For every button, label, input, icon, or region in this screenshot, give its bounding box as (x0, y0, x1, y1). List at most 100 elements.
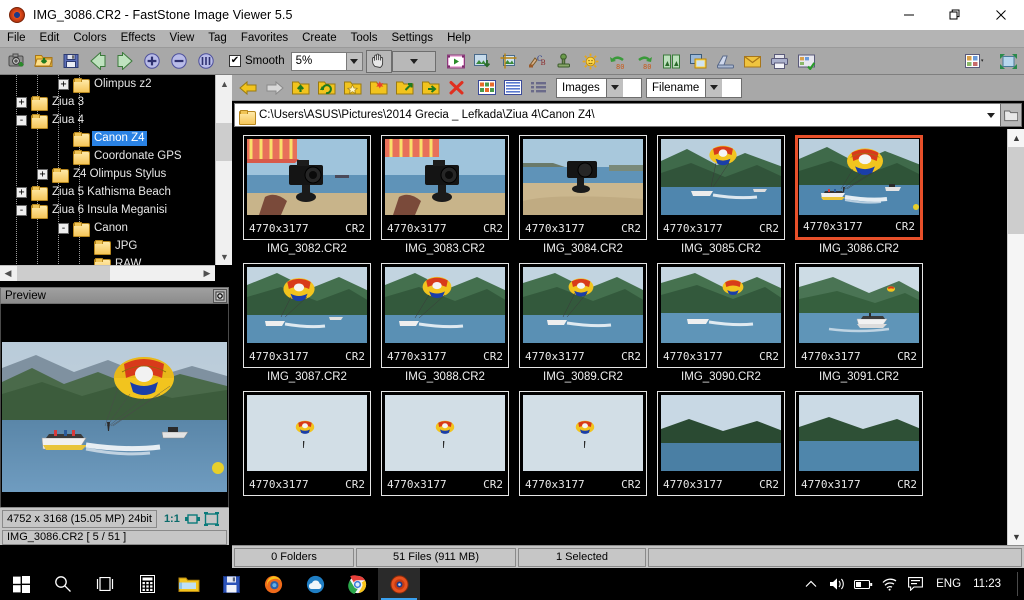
smooth-checkbox[interactable]: ✔ Smooth (229, 55, 285, 67)
scrollbar-thumb[interactable] (17, 266, 110, 281)
menu-tag[interactable]: Tag (201, 30, 234, 47)
battery-icon[interactable] (850, 568, 876, 600)
thumbnail-cell[interactable]: 4770x3177 CR2 IMG_3087.CR2 (238, 263, 376, 383)
hand-tool-icon[interactable] (365, 49, 392, 73)
thumbnail-box[interactable]: 4770x3177 CR2 (519, 135, 647, 240)
thumbnail-box[interactable]: 4770x3177 CR2 (381, 135, 509, 240)
scrollbar-thumb[interactable] (1008, 147, 1024, 234)
tree-node-ziua-5[interactable]: + Ziua 5 Kathisma Beach (0, 183, 215, 201)
thumbnail-cell-selected[interactable]: 4770x3177 CR2 IMG_3086.CR2 (790, 135, 928, 255)
file-filter-combo[interactable]: Images (556, 77, 642, 98)
scroll-right-icon[interactable]: ▶ (199, 266, 215, 281)
scroll-down-icon[interactable]: ▼ (216, 248, 232, 265)
thumbnail-cell[interactable]: 4770x3177 CR2 (514, 391, 652, 499)
preview-toggle-icon[interactable] (213, 288, 227, 303)
thumbnail-grid-scrollbar[interactable]: ▲ ▼ (1007, 129, 1024, 545)
folder-tree-vertical-scrollbar[interactable]: ▲ ▼ (215, 75, 232, 265)
compare-images-icon[interactable] (470, 49, 496, 73)
crop-icon[interactable] (497, 49, 523, 73)
menu-edit[interactable]: Edit (33, 30, 67, 47)
tree-node-canon-z4[interactable]: Canon Z4 (0, 129, 215, 147)
undo-icon[interactable]: 80 (605, 49, 631, 73)
browse-folder-button[interactable] (1000, 103, 1022, 127)
zoom-ratio-label[interactable]: 1:1 (164, 513, 180, 525)
chevron-down-icon[interactable] (605, 78, 623, 97)
minimize-button[interactable] (886, 0, 932, 30)
maximize-restore-button[interactable] (932, 0, 978, 30)
expander-minus-icon[interactable]: - (16, 114, 27, 126)
thumbnail-box[interactable]: 4770x3177 CR2 (519, 391, 647, 496)
tree-node-jpg[interactable]: JPG (0, 237, 215, 255)
back-arrow-icon[interactable] (236, 77, 261, 99)
expander-minus-icon[interactable]: - (16, 204, 27, 216)
thumbnail-cell[interactable]: 4770x3177 CR2 (376, 391, 514, 499)
expander-plus-icon[interactable]: + (16, 96, 27, 108)
new-folder-icon[interactable] (366, 77, 391, 99)
thumbnail-cell[interactable]: 4770x3177 CR2 IMG_3089.CR2 (514, 263, 652, 383)
thumbnail-box[interactable]: 4770x3177 CR2 (795, 391, 923, 496)
wifi-icon[interactable] (876, 568, 902, 600)
zoom-in-icon[interactable] (139, 49, 165, 73)
path-bar[interactable]: C:\Users\ASUS\Pictures\2014 Grecia _ Lef… (234, 103, 1022, 127)
preview-body[interactable] (0, 304, 229, 522)
language-indicator[interactable]: ENG (928, 578, 969, 590)
delete-icon[interactable] (444, 77, 469, 99)
thumbnail-box[interactable]: 4770x3177 CR2 (381, 391, 509, 496)
tree-node-ziua-6[interactable]: - Ziua 6 Insula Meganisi (0, 201, 215, 219)
zoom-out-icon[interactable] (166, 49, 192, 73)
faststone-icon[interactable] (378, 568, 420, 600)
thumbnail-box[interactable]: 4770x3177 CR2 (795, 135, 923, 240)
actual-size-icon[interactable] (193, 49, 219, 73)
move-to-folder-icon[interactable] (418, 77, 443, 99)
adjust-colors-icon[interactable]: C B (524, 49, 550, 73)
favorite-folder-icon[interactable] (340, 77, 365, 99)
firefox-icon[interactable] (252, 568, 294, 600)
thumbnail-box[interactable]: 4770x3177 CR2 (381, 263, 509, 368)
camera-capture-icon[interactable] (4, 49, 30, 73)
menu-favorites[interactable]: Favorites (234, 30, 295, 47)
chevron-down-icon[interactable] (345, 52, 362, 70)
zoom-level-combo[interactable]: 5% (290, 51, 363, 71)
thumbnail-box[interactable]: 4770x3177 CR2 (243, 263, 371, 368)
show-desktop-button[interactable] (1017, 572, 1020, 596)
close-button[interactable] (978, 0, 1024, 30)
scroll-up-icon[interactable]: ▲ (1008, 129, 1024, 146)
thumbnail-box[interactable]: 4770x3177 CR2 (657, 391, 785, 496)
up-folder-icon[interactable] (288, 77, 313, 99)
next-image-icon[interactable] (112, 49, 138, 73)
thumbnail-box[interactable]: 4770x3177 CR2 (243, 135, 371, 240)
windows-start-icon[interactable] (0, 568, 42, 600)
flip-icon[interactable] (659, 49, 685, 73)
thumbnail-cell[interactable]: 4770x3177 CR2 IMG_3091.CR2 (790, 263, 928, 383)
tree-node-ziua-4[interactable]: - Ziua 4 (0, 111, 215, 129)
previous-image-icon[interactable] (85, 49, 111, 73)
refresh-folder-icon[interactable] (314, 77, 339, 99)
scroll-up-icon[interactable]: ▲ (216, 75, 232, 92)
fullscreen-icon[interactable] (993, 49, 1023, 73)
scrollbar-thumb[interactable] (216, 123, 232, 161)
contact-sheet-icon[interactable] (794, 49, 820, 73)
tree-node-canon[interactable]: - Canon (0, 219, 215, 237)
chevron-down-icon[interactable] (982, 104, 999, 126)
thumbnail-box[interactable]: 4770x3177 CR2 (795, 263, 923, 368)
slideshow-icon[interactable] (443, 49, 469, 73)
chevron-down-icon[interactable] (705, 78, 723, 97)
folder-tree-horizontal-scrollbar[interactable]: ◀ ▶ (0, 265, 215, 281)
print-icon[interactable] (767, 49, 793, 73)
calculator-icon[interactable] (126, 568, 168, 600)
scroll-down-icon[interactable]: ▼ (1008, 528, 1024, 545)
thumbnail-box[interactable]: 4770x3177 CR2 (657, 263, 785, 368)
chrome-icon[interactable] (336, 568, 378, 600)
file-explorer-icon[interactable] (168, 568, 210, 600)
open-folder-icon[interactable] (31, 49, 57, 73)
list-view-icon[interactable] (500, 77, 525, 99)
save-icon[interactable] (58, 49, 84, 73)
scroll-left-icon[interactable]: ◀ (0, 266, 16, 281)
thumbnail-cell[interactable]: 4770x3177 CR2 (790, 391, 928, 499)
resize-icon[interactable] (686, 49, 712, 73)
thumbnail-cell[interactable]: 4770x3177 CR2 IMG_3082.CR2 (238, 135, 376, 255)
expander-plus-icon[interactable]: + (37, 168, 48, 180)
tree-node-olimpus-z2[interactable]: + Olimpus z2 (0, 75, 215, 93)
menu-create[interactable]: Create (295, 30, 344, 47)
system-clock[interactable]: 11:23 (969, 578, 1011, 590)
